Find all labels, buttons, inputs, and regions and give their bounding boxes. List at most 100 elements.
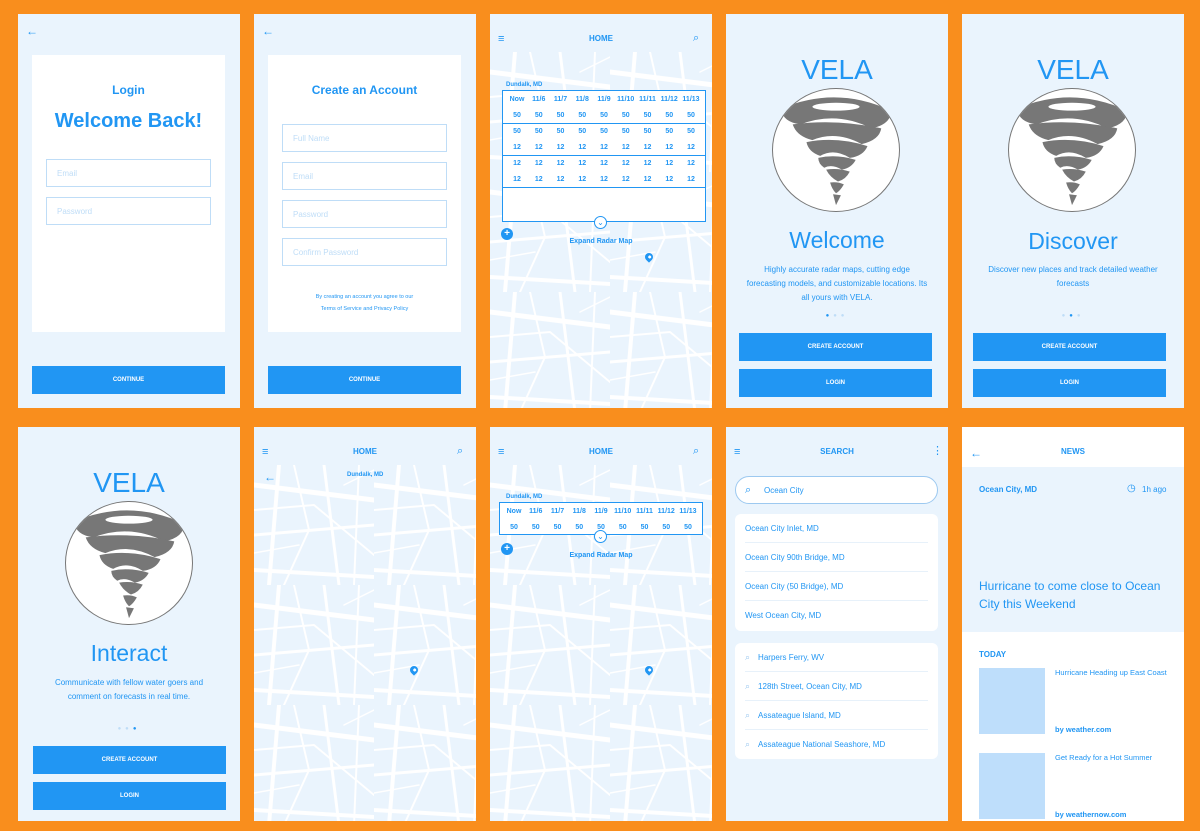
search-result-item[interactable]: West Ocean City, MD <box>745 601 928 630</box>
back-arrow-icon[interactable]: ← <box>264 471 276 483</box>
full-name-field[interactable]: Full Name <box>282 124 447 152</box>
recent-searches-list: ⌕ Harpers Ferry, WV ⌕ 128th Street, Ocean … <box>735 643 938 759</box>
login-button[interactable]: LOGIN <box>973 369 1166 397</box>
page-title: SEARCH <box>820 447 854 456</box>
page-title: HOME <box>589 447 613 456</box>
search-screen: ≡ SEARCH ⋮ ⌕ Ocean City Ocean City Inlet… <box>726 427 948 821</box>
map-screen: ≡ HOME ⌕ ← Dundalk, MD <box>254 427 476 821</box>
tornado-logo-icon <box>1008 88 1136 212</box>
onboarding-welcome-screen: VELA Welcome Highly accurate radar maps,… <box>726 14 948 408</box>
password-field[interactable]: Password <box>282 200 447 228</box>
page-title: HOME <box>353 447 377 456</box>
onboarding-description: Discover new places and track detailed w… <box>988 265 1158 288</box>
home-compact-screen: ≡ HOME ⌕ Dundalk, MD Now 11/6 11/7 11/8 11/9… <box>490 427 712 821</box>
terms-link[interactable]: Terms of Service and Privacy Policy <box>268 306 461 312</box>
create-account-button[interactable]: CREATE ACCOUNT <box>739 333 932 361</box>
tornado-logo-icon <box>65 501 193 625</box>
brand-logo-text: VELA <box>1037 54 1109 85</box>
terms-line-1: By creating an account you agree to our <box>315 294 414 300</box>
search-icon: ⌕ <box>745 710 751 720</box>
onboarding-description: Communicate with fellow water goers and … <box>54 678 204 701</box>
login-title: Login <box>112 83 145 97</box>
welcome-heading: Welcome Back! <box>54 110 203 132</box>
home-screen: ≡ HOME ⌕ Dundalk, MD Now 11/6 11/7 11/8 11/9… <box>490 14 712 408</box>
onboarding-title: Welcome <box>789 227 885 253</box>
back-arrow-icon[interactable]: ← <box>262 25 274 37</box>
more-vertical-icon[interactable]: ⋮ <box>932 446 943 457</box>
page-indicator: ●●● <box>825 313 849 319</box>
email-field[interactable]: Email <box>282 162 447 190</box>
back-arrow-icon[interactable]: ← <box>26 25 38 37</box>
news-item-title[interactable]: Get Ready for a Hot Summer <box>1055 752 1171 764</box>
password-field[interactable]: Password <box>46 197 211 225</box>
signup-title: Create an Account <box>311 83 418 97</box>
section-label: TODAY <box>979 650 1007 659</box>
news-thumbnail[interactable] <box>979 668 1045 734</box>
login-button[interactable]: LOGIN <box>33 782 226 810</box>
recent-search-item[interactable]: ⌕ Assateague Island, MD <box>745 701 928 730</box>
news-today-panel: TODAY Hurricane Heading up East Coast by… <box>962 632 1184 821</box>
signup-card: Create an Account Full Name Email Passwo… <box>268 55 461 332</box>
create-account-button[interactable]: CREATE ACCOUNT <box>973 333 1166 361</box>
location-label: Dundalk, MD <box>347 472 384 478</box>
forecast-row: 50 50 50 50 50 50 50 50 50 <box>503 123 705 139</box>
search-icon: ⌕ <box>745 652 751 662</box>
login-card: Login Welcome Back! Email Password <box>32 55 225 332</box>
forecast-row: 50 50 50 50 50 50 50 50 50 <box>513 111 695 119</box>
location-label: Dundalk, MD <box>506 494 543 500</box>
expand-radar-link[interactable]: Expand Radar Map <box>490 238 712 245</box>
news-item-title[interactable]: Hurricane Heading up East Coast <box>1055 667 1171 679</box>
search-icon[interactable]: ⌕ <box>693 446 699 457</box>
search-icon: ⌕ <box>745 739 751 749</box>
onboarding-discover-screen: VELA Discover Discover new places and tr… <box>962 14 1184 408</box>
continue-button[interactable]: CONTINUE <box>268 366 461 394</box>
page-title: HOME <box>589 34 613 43</box>
search-result-item[interactable]: Ocean City (50 Bridge), MD <box>745 572 928 601</box>
onboarding-title: Discover <box>1028 228 1118 254</box>
forecast-row: 12 12 12 12 12 12 12 12 12 <box>513 143 695 151</box>
tornado-logo-icon <box>772 88 900 212</box>
login-button[interactable]: LOGIN <box>739 369 932 397</box>
brand-logo-text: VELA <box>801 54 873 85</box>
chevron-down-circle-icon[interactable]: ⌄ <box>594 530 607 543</box>
search-icon[interactable]: ⌕ <box>693 33 699 44</box>
recent-search-item[interactable]: ⌕ Assateague National Seashore, MD <box>745 730 928 759</box>
email-field[interactable]: Email <box>46 159 211 187</box>
recent-search-item[interactable]: ⌕ Harpers Ferry, WV <box>745 643 928 672</box>
search-results-list: Ocean City Inlet, MD Ocean City 90th Bri… <box>735 514 938 631</box>
news-location: Ocean City, MD <box>979 485 1038 494</box>
forecast-empty-row <box>503 187 705 220</box>
brand-logo-text: VELA <box>93 467 165 498</box>
recent-search-item[interactable]: ⌕ 128th Street, Ocean City, MD <box>745 672 928 701</box>
search-icon[interactable]: ⌕ <box>457 446 463 457</box>
confirm-password-field[interactable]: Confirm Password <box>282 238 447 266</box>
expand-radar-link[interactable]: Expand Radar Map <box>490 552 712 559</box>
search-result-item[interactable]: Ocean City Inlet, MD <box>745 514 928 543</box>
onboarding-description: Highly accurate radar maps, cutting edge… <box>746 265 928 302</box>
news-time: 1h ago <box>1142 485 1167 494</box>
map-background[interactable] <box>254 465 476 821</box>
news-headline[interactable]: Hurricane to come close to Ocean City th… <box>979 577 1169 613</box>
news-screen: ← NEWS Ocean City, MD ◷ 1h ago Hurricane… <box>962 427 1184 821</box>
search-icon: ⌕ <box>745 484 752 496</box>
search-input[interactable]: ⌕ Ocean City <box>735 476 938 504</box>
forecast-header-row: Now 11/6 11/7 11/8 11/9 11/10 11/11 11/12 11/13 <box>509 95 700 103</box>
forecast-row: 12 12 12 12 12 12 12 12 12 <box>503 155 705 171</box>
onboarding-title: Interact <box>90 640 168 666</box>
search-result-item[interactable]: Ocean City 90th Bridge, MD <box>745 543 928 572</box>
onboarding-interact-screen: VELA Interact Communicate with fellow wa… <box>18 427 240 821</box>
signup-screen: ← Create an Account Full Name Email Pass… <box>254 14 476 408</box>
news-thumbnail[interactable] <box>979 753 1045 819</box>
create-account-button[interactable]: CREATE ACCOUNT <box>33 746 226 774</box>
page-title: NEWS <box>1061 447 1085 456</box>
search-icon: ⌕ <box>745 681 751 691</box>
news-item-source: by weather.com <box>1055 725 1112 734</box>
forecast-table: Now 11/6 11/7 11/8 11/9 11/10 11/11 11/12 11/13 … <box>502 90 706 222</box>
page-indicator: ●●● <box>1061 313 1085 319</box>
forecast-header-row: Now 11/6 11/7 11/8 11/9 11/10 11/11 11/12 11/13 <box>506 507 697 515</box>
continue-button[interactable]: CONTINUE <box>32 366 225 394</box>
news-item-source: by weathernow.com <box>1055 810 1127 819</box>
search-query-text: Ocean City <box>764 486 804 495</box>
forecast-row: 12 12 12 12 12 12 12 12 12 <box>513 175 695 183</box>
chevron-down-circle-icon[interactable]: ⌄ <box>594 216 607 229</box>
